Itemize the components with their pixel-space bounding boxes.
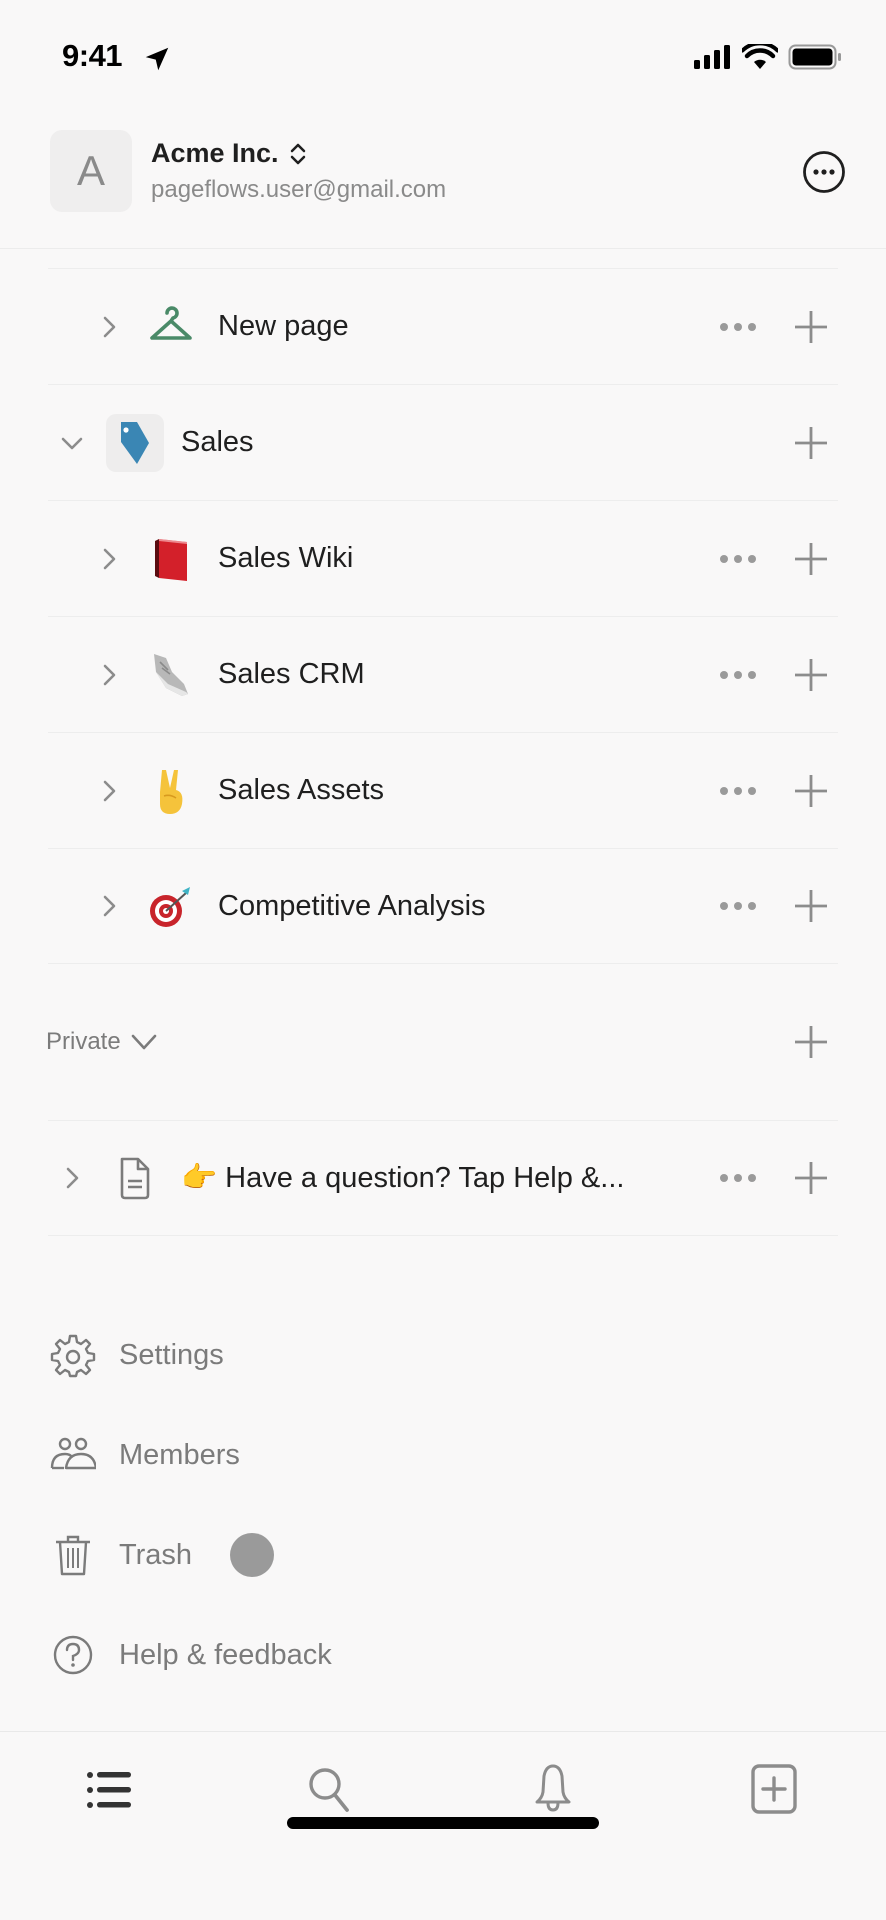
- tag-icon-wrapper: [106, 413, 164, 472]
- more-icon[interactable]: [718, 321, 758, 333]
- private-section-label: Private: [46, 1028, 121, 1055]
- menu-item-label: Settings: [119, 1338, 224, 1371]
- tree-item-label: Sales: [181, 426, 254, 458]
- tree-item-sales-assets[interactable]: Sales Assets: [48, 732, 838, 848]
- tab-search-icon[interactable]: [303, 1762, 359, 1818]
- chevron-down-icon: [131, 1034, 157, 1050]
- workspace-switcher[interactable]: Acme Inc.: [151, 138, 307, 169]
- trash-indicator-dot: [230, 1533, 274, 1577]
- menu-item-label: Help & feedback: [119, 1638, 332, 1671]
- tree-item-label: Competitive Analysis: [218, 889, 486, 922]
- tree-item-label: 👉 Have a question? Tap Help &...: [181, 1162, 625, 1194]
- tab-sidebar-list-icon[interactable]: [83, 1762, 139, 1818]
- header-divider: [0, 248, 886, 249]
- wifi-icon: [742, 44, 778, 69]
- cellular-signal-icon: [694, 45, 730, 69]
- menu-item-label: Trash: [119, 1538, 193, 1571]
- status-time: 9:41: [62, 38, 123, 73]
- members-icon: [50, 1437, 96, 1470]
- chevron-right-icon[interactable]: [98, 664, 120, 686]
- tree-item-competitive-analysis[interactable]: Competitive Analysis: [48, 848, 838, 964]
- add-icon[interactable]: [794, 658, 828, 692]
- book-icon: [155, 538, 187, 581]
- chevron-up-down-icon: [290, 143, 305, 164]
- add-icon[interactable]: [794, 542, 828, 576]
- add-icon[interactable]: [794, 889, 828, 923]
- tab-notifications-bell-icon[interactable]: [525, 1762, 581, 1818]
- workspace-avatar[interactable]: A: [50, 130, 132, 212]
- status-bar: 9:41: [0, 0, 886, 110]
- more-icon[interactable]: [718, 669, 758, 681]
- chevron-right-icon[interactable]: [61, 1167, 83, 1189]
- add-icon[interactable]: [794, 426, 828, 460]
- tree-item-label: Sales Wiki: [218, 542, 354, 574]
- menu-item-label: Members: [119, 1438, 240, 1471]
- hanger-icon: [150, 305, 192, 340]
- tree-item-sales[interactable]: Sales: [48, 384, 838, 500]
- help-icon: [53, 1635, 93, 1675]
- battery-icon: [788, 44, 841, 70]
- trash-icon: [56, 1535, 90, 1576]
- tab-new-page-icon[interactable]: [747, 1762, 803, 1818]
- chevron-right-icon[interactable]: [98, 316, 120, 338]
- tree-item-sales-crm[interactable]: Sales CRM: [48, 616, 838, 732]
- victory-hand-icon: [160, 769, 183, 814]
- more-icon[interactable]: [718, 785, 758, 797]
- status-indicators: [694, 44, 842, 70]
- private-section-toggle[interactable]: Private: [46, 1028, 157, 1056]
- tag-icon: [121, 421, 149, 464]
- location-arrow-icon: [145, 47, 169, 71]
- chevron-right-icon[interactable]: [98, 548, 120, 570]
- more-options-icon[interactable]: [802, 150, 846, 194]
- sidebar-screen: 9:41 A Acme Inc. pageflows.user@gmail.co…: [0, 0, 886, 1920]
- target-icon: [150, 887, 190, 927]
- gear-icon: [50, 1334, 96, 1378]
- more-icon[interactable]: [718, 1172, 758, 1184]
- tree-item-sales-wiki[interactable]: Sales Wiki: [48, 500, 838, 616]
- more-icon[interactable]: [718, 553, 758, 565]
- tab-bar: [0, 1731, 886, 1851]
- more-icon[interactable]: [718, 900, 758, 912]
- page-tree: New page Sales Sales Wiki Sales CRM Sale…: [46, 268, 838, 1236]
- tree-item-new-page[interactable]: New page: [48, 268, 838, 384]
- add-icon[interactable]: [794, 1161, 828, 1195]
- workspace-name: Acme Inc.: [151, 138, 279, 168]
- chevron-right-icon[interactable]: [98, 780, 120, 802]
- chevron-right-icon[interactable]: [98, 895, 120, 917]
- tree-item-label: New page: [218, 310, 349, 342]
- tree-item-label: Sales CRM: [218, 658, 365, 690]
- tree-item-help-page[interactable]: 👉 Have a question? Tap Help &...: [48, 1120, 838, 1236]
- add-icon[interactable]: [794, 310, 828, 344]
- tree-item-label: Sales Assets: [218, 774, 385, 806]
- workspace-email: pageflows.user@gmail.com: [151, 176, 447, 203]
- add-icon[interactable]: [794, 774, 828, 808]
- workspace-header[interactable]: A Acme Inc. pageflows.user@gmail.com: [50, 130, 846, 212]
- document-icon: [120, 1157, 150, 1200]
- private-section-header[interactable]: Private: [46, 964, 838, 1120]
- add-private-page-icon[interactable]: [794, 1025, 828, 1059]
- home-indicator[interactable]: [287, 1817, 599, 1829]
- sneaker-icon: [154, 653, 188, 696]
- chevron-down-icon[interactable]: [61, 432, 83, 454]
